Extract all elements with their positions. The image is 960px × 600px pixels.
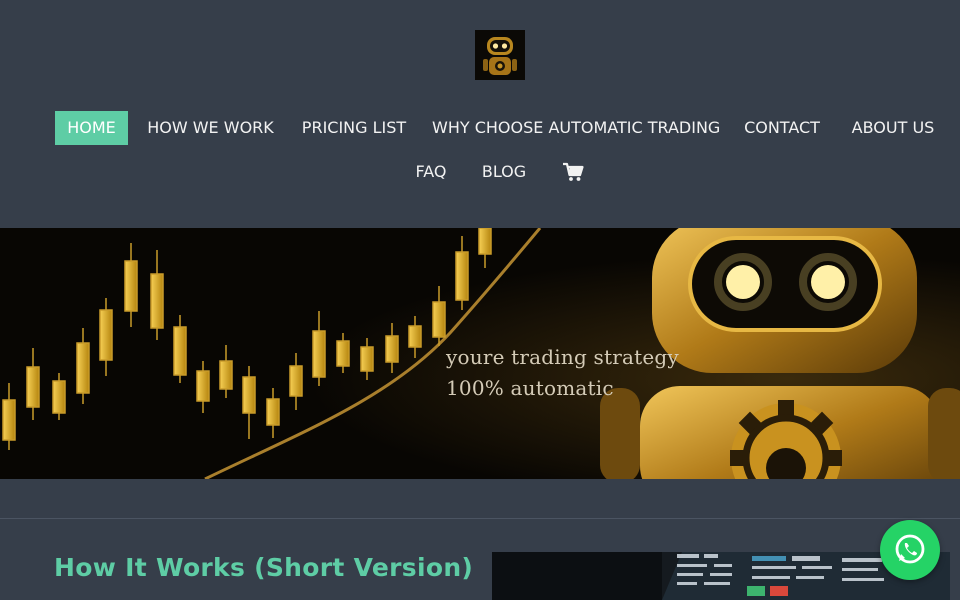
whatsapp-icon — [895, 534, 925, 564]
nav-home[interactable]: HOME — [55, 111, 128, 145]
site-header: HOME HOW WE WORK PRICING LIST WHY CHOOSE… — [0, 0, 960, 228]
nav-why-choose-automatic-trading[interactable]: WHY CHOOSE AUTOMATIC TRADING — [432, 111, 720, 145]
nav-about-us[interactable]: ABOUT US — [848, 111, 938, 145]
nav-contact[interactable]: CONTACT — [740, 111, 824, 145]
nav-how-we-work[interactable]: HOW WE WORK — [146, 111, 275, 145]
hero-tagline-line1: youre trading strategy — [446, 345, 679, 369]
whatsapp-chat-button[interactable] — [880, 520, 940, 580]
nav-blog[interactable]: BLOG — [476, 155, 532, 189]
section-title: How It Works (Short Version) — [54, 553, 474, 582]
shopping-cart-icon[interactable] — [562, 162, 584, 182]
nav-faq[interactable]: FAQ — [410, 155, 452, 189]
nav-pricing-list[interactable]: PRICING LIST — [300, 111, 408, 145]
robot-logo-icon[interactable] — [475, 30, 525, 80]
section-divider — [0, 518, 960, 519]
hero-tagline-line2: 100% automatic — [446, 376, 614, 400]
